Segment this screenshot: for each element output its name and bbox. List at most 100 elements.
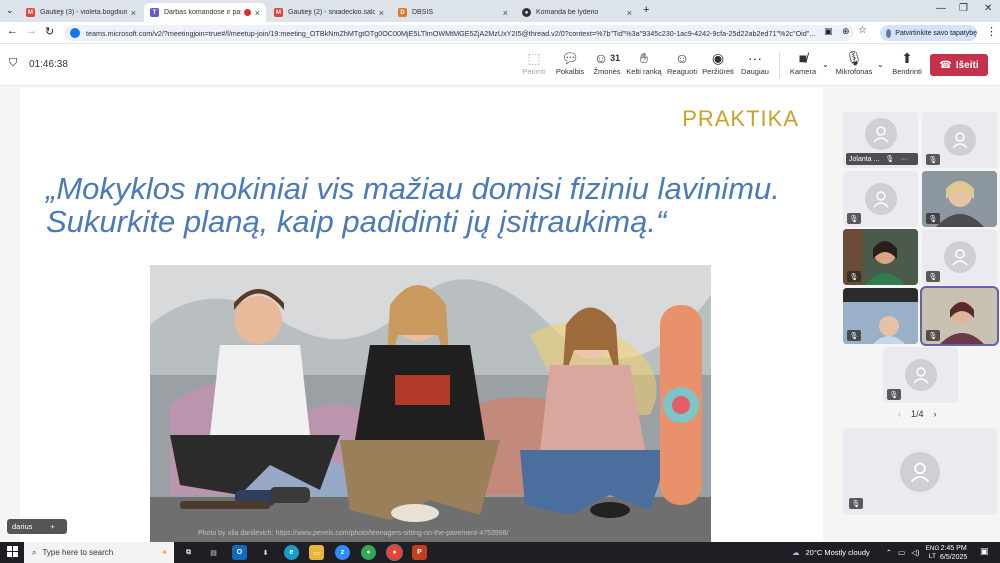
tab-gmail-1[interactable]: M Gautieji (3) - violeta.bogdiun@ × [20,3,142,22]
language-indicator[interactable]: ENG LT [925,545,939,561]
participant-tile[interactable]: 🎙︎ [922,229,997,285]
browser-menu-icon[interactable]: ⋮ [986,25,997,38]
mic-off-icon: 🎙︎ [847,330,861,341]
people-icon: ☺ [593,50,609,66]
mic-button[interactable]: 🎙︎ Mikrofonas [834,49,874,77]
search-highlight-icon: ✦ [161,548,168,557]
camera-button[interactable]: ■̸ Kamera [786,49,820,76]
share-button[interactable]: ⬆ Bendrinti [890,49,924,77]
view-icon: ◉ [711,49,725,66]
take-control-button[interactable]: ⬚ Perimti [518,49,550,77]
leave-button[interactable]: ☎ Išeiti [930,54,988,76]
people-button[interactable]: ☺ 31 Žmonės [590,49,624,76]
next-page-icon[interactable]: › [934,409,937,419]
new-tab-icon[interactable]: + [643,4,649,16]
participant-tile[interactable]: 🎙︎ [922,112,997,168]
url-field[interactable]: teams.microsoft.com/v2/?meetingjoin=true… [64,25,854,41]
outlook-icon[interactable]: O [232,545,247,560]
recording-indicator-icon [243,9,251,16]
volume-icon[interactable]: ◁) [911,548,919,557]
window-close-icon[interactable]: ✕ [984,3,992,14]
tab-teams[interactable]: T Darbas komandose ir pasid × [144,3,266,22]
chrome-active-icon[interactable]: ● [386,544,403,561]
take-control-icon: ⬚ [527,49,541,66]
tab-dbsis[interactable]: D DBSIS × [392,3,514,22]
chat-icon: 💬︎ [561,49,579,66]
close-icon[interactable]: × [131,8,136,18]
file-explorer-icon[interactable]: ▤ [206,545,221,560]
avatar-placeholder-icon [943,124,976,156]
chat-button[interactable]: 💬︎ Pokalbis [553,49,587,77]
zoom-app-icon[interactable]: z [335,545,350,560]
mic-off-icon: 🎙︎ [926,271,940,282]
forward-icon[interactable]: → [26,25,37,37]
folder-icon[interactable]: ▭ [309,545,324,560]
mic-options-chevron-icon[interactable]: ⌄ [877,60,884,69]
tray-chevron-icon[interactable]: ⌃ [886,548,892,557]
close-icon[interactable]: × [379,8,384,18]
notifications-icon[interactable]: ▣ [980,546,989,557]
network-icon[interactable]: ▭ [898,548,905,557]
store-icon[interactable]: ⬇ [258,545,273,560]
participant-video-tile[interactable]: 🎙︎ [843,229,918,285]
mic-off-icon: 🎙︎ [847,213,861,224]
raise-hand-button[interactable]: ✋︎ Kelti ranką [626,49,662,77]
taskbar-search-box[interactable]: ⌕ Type here to search ✦ [24,542,174,563]
expand-icon[interactable]: + [50,522,54,531]
tab-list-chevron-icon[interactable]: ⌄ [6,5,14,16]
mic-off-icon: 🎙︎ [885,156,895,163]
participant-video-tile[interactable]: 🎙︎ [843,288,918,344]
task-view-icon[interactable]: ⧉ [181,545,196,560]
participant-tile[interactable]: 🎙︎ [883,347,958,403]
avatar-placeholder-icon [864,183,897,215]
self-view-tile[interactable]: 🎙︎ [843,428,997,515]
toolbar-divider [779,52,780,78]
reload-icon[interactable]: ↻ [45,25,54,38]
page-indicator: 1/4 [911,409,924,419]
camera-permission-icon[interactable]: ▣ [824,26,833,37]
close-icon[interactable]: × [627,8,632,18]
emoji-icon: ☺ [674,50,690,66]
participant-video-tile[interactable]: 🎙︎ [922,171,997,227]
more-dots-icon: ··· [748,50,762,66]
mic-off-icon: 🎙︎ [926,213,940,224]
bookmark-star-icon[interactable]: ☆ [858,25,867,36]
previous-page-icon[interactable]: ‹ [898,409,901,419]
minimize-icon[interactable]: — [936,3,946,14]
chrome-icon[interactable]: ● [361,545,376,560]
react-button[interactable]: ☺ Reaguoti [665,49,699,76]
camera-options-chevron-icon[interactable]: ⌄ [822,60,829,69]
windows-taskbar: ⌕ Type here to search ✦ ⧉ ▤ O ⬇ e ▭ z ● … [0,542,1000,563]
powerpoint-icon[interactable]: P [412,545,427,560]
more-button[interactable]: ··· Daugiau [738,49,772,76]
close-icon[interactable]: × [255,8,260,18]
avatar-placeholder-icon [904,359,937,391]
windows-start-icon[interactable] [7,546,18,557]
verify-identity-button[interactable]: Patvirtinkite savo tapatybę [880,25,977,41]
participant-video-tile-active-speaker[interactable]: 🎙︎ [920,286,999,346]
back-icon[interactable]: ← [7,25,18,37]
teenagers-photo-illustration [150,265,711,542]
share-icon: ⬆ [901,49,913,66]
site-info-icon[interactable] [70,28,80,38]
camera-off-icon: ■̸ [798,50,808,66]
more-dots-icon[interactable]: ··· [900,156,907,163]
mic-off-icon: 🎙︎ [845,49,863,66]
maximize-icon[interactable]: ❐ [959,3,968,14]
close-icon[interactable]: × [503,8,508,18]
meeting-toolbar: ⛉ 01:46:38 ⬚ Perimti 💬︎ Pokalbis ☺ 31 Žmo… [0,44,1000,86]
dbsis-icon: D [398,8,407,17]
slide-quote: „Mokyklos mokiniai vis mažiau domisi fiz… [46,171,780,239]
tab-komanda[interactable]: ● Komanda be lyderio × [516,3,638,22]
shared-slide: PRAKTIKA „Mokyklos mokiniai vis mažiau d… [20,88,823,542]
tab-gmail-2[interactable]: M Gautieji (2) - sniadeckio.salcinin × [268,3,390,22]
slide-heading: PRAKTIKA [682,106,799,131]
taskbar-clock[interactable]: 2:45 PM 6/5/2025 [940,544,967,562]
participant-name-bar: Jolanta ... 🎙︎ ··· [846,153,918,165]
edge-icon[interactable]: e [284,545,299,560]
view-button[interactable]: ◉ Peržiūrėti [701,49,735,77]
zoom-icon[interactable]: ⊕ [842,26,850,37]
participant-tile-jolanta[interactable]: Jolanta ... 🎙︎ ··· [843,112,918,168]
participant-tile[interactable]: 🎙︎ [843,171,918,227]
shield-icon: ⛉ [9,57,18,69]
